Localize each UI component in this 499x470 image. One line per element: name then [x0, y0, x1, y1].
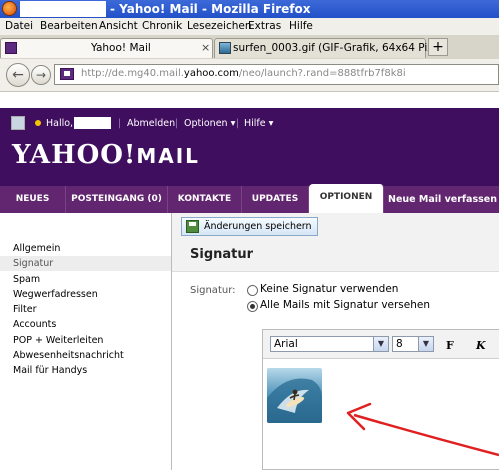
address-bar[interactable]: http://de.mg40.mail.yahoo.com/neo/launch… — [54, 64, 499, 85]
navigation-bar: ← → http://de.mg40.mail.yahoo.com/neo/la… — [0, 59, 499, 92]
tab-label: Yahoo! Mail — [91, 42, 151, 54]
annotation-arrow-icon — [346, 402, 499, 457]
radio-all-signature-label[interactable]: Alle Mails mit Signatur versehen — [260, 299, 430, 311]
new-tab-button[interactable]: + — [428, 38, 448, 56]
logout-link[interactable]: Abmelden — [127, 118, 175, 129]
sidebar-item-allgemein[interactable]: Allgemein — [0, 241, 171, 256]
editor-toolbar: Arial ▼ 8 ▼ F K — [263, 330, 499, 359]
yahoo-favicon-icon — [60, 68, 74, 80]
yahoo-header: Hallo, | Abmelden | Optionen ▾ | Hilfe ▾… — [0, 108, 499, 186]
menu-datei[interactable]: Datei — [5, 20, 33, 32]
page-title: Signatur — [190, 247, 254, 262]
avatar[interactable] — [11, 116, 25, 130]
forward-button[interactable]: → — [31, 65, 51, 85]
radio-all-signature[interactable] — [247, 301, 258, 312]
tab-neues[interactable]: NEUES — [0, 186, 66, 213]
chevron-down-icon: ▼ — [418, 337, 433, 351]
close-tab-icon[interactable]: × — [201, 41, 210, 54]
compose-button[interactable]: Neue Mail verfassen — [386, 186, 499, 213]
menu-ansicht[interactable]: Ansicht — [99, 20, 138, 32]
chevron-down-icon: ▼ — [373, 337, 388, 351]
yahoo-mail-logo[interactable]: YAHOO!MAIL — [12, 140, 200, 170]
tab-surfen-gif[interactable]: surfen_0003.gif (GIF-Grafik, 64x64 Pixel… — [214, 38, 447, 58]
sidebar-item-accounts[interactable]: Accounts — [0, 317, 171, 332]
window-titlebar: - Yahoo! Mail - Mozilla Firefox — [0, 0, 499, 18]
page-top-gap — [0, 92, 499, 108]
bold-button[interactable]: F — [446, 339, 454, 352]
radio-no-signature-label[interactable]: Keine Signatur verwenden — [260, 283, 398, 295]
italic-button[interactable]: K — [476, 339, 486, 352]
options-menu[interactable]: Optionen ▾ — [184, 118, 235, 129]
menu-hilfe[interactable]: Hilfe — [289, 20, 313, 32]
save-icon — [186, 220, 199, 233]
back-button[interactable]: ← — [6, 63, 30, 87]
redacted-title-box — [20, 1, 106, 17]
surfer-image[interactable] — [267, 368, 322, 423]
menu-bar: Datei Bearbeiten Ansicht Chronik Lesezei… — [0, 18, 499, 36]
status-dot-icon — [35, 120, 41, 126]
greeting-text: Hallo, — [46, 118, 74, 129]
save-changes-button[interactable]: Änderungen speichern — [181, 217, 318, 236]
signature-label: Signatur: — [190, 285, 236, 296]
tab-bar: Yahoo! Mail × surfen_0003.gif (GIF-Grafi… — [0, 35, 499, 60]
menu-bearbeiten[interactable]: Bearbeiten — [40, 20, 98, 32]
help-menu[interactable]: Hilfe ▾ — [244, 118, 273, 129]
firefox-icon — [2, 1, 17, 16]
menu-lesezeichen[interactable]: Lesezeichen — [187, 20, 252, 32]
url-text: http://de.mg40.mail.yahoo.com/neo/launch… — [81, 68, 406, 79]
radio-no-signature[interactable] — [247, 285, 258, 296]
section-header: Signatur — [172, 240, 499, 272]
options-toolbar: Änderungen speichern — [172, 213, 499, 241]
main-navigation-tabs: NEUES POSTEINGANG (0) KONTAKTE UPDATES O… — [0, 184, 499, 213]
sidebar-item-pop-weiterleiten[interactable]: POP + Weiterleiten — [0, 333, 171, 348]
tab-yahoo-mail[interactable]: Yahoo! Mail × — [0, 38, 213, 58]
font-size-select[interactable]: 8 ▼ — [392, 336, 434, 352]
sidebar-item-abwesenheitsnachricht[interactable]: Abwesenheitsnachricht — [0, 348, 171, 363]
tab-optionen[interactable]: OPTIONEN — [309, 184, 384, 213]
sidebar-item-wegwerfadressen[interactable]: Wegwerfadressen — [0, 287, 171, 302]
tab-kontakte[interactable]: KONTAKTE — [168, 186, 242, 213]
save-button-label: Änderungen speichern — [204, 221, 312, 232]
sidebar-item-mail-fuer-handys[interactable]: Mail für Handys — [0, 363, 171, 378]
tab-updates[interactable]: UPDATES — [242, 186, 309, 213]
sidebar-item-signatur[interactable]: Signatur — [0, 256, 171, 271]
menu-extras[interactable]: Extras — [248, 20, 281, 32]
sidebar-item-spam[interactable]: Spam — [0, 272, 171, 287]
options-sidebar: Allgemein Signatur Spam Wegwerfadressen … — [0, 213, 172, 470]
tab-posteingang[interactable]: POSTEINGANG (0) — [66, 186, 168, 213]
image-favicon-icon — [219, 42, 231, 54]
menu-chronik[interactable]: Chronik — [142, 20, 182, 32]
tab-label: surfen_0003.gif (GIF-Grafik, 64x64 Pixel… — [233, 42, 447, 54]
font-select[interactable]: Arial ▼ — [270, 336, 389, 352]
redacted-username — [74, 117, 111, 129]
window-title: - Yahoo! Mail - Mozilla Firefox — [110, 2, 311, 16]
sidebar-item-filter[interactable]: Filter — [0, 302, 171, 317]
yahoo-favicon-icon — [5, 42, 17, 54]
